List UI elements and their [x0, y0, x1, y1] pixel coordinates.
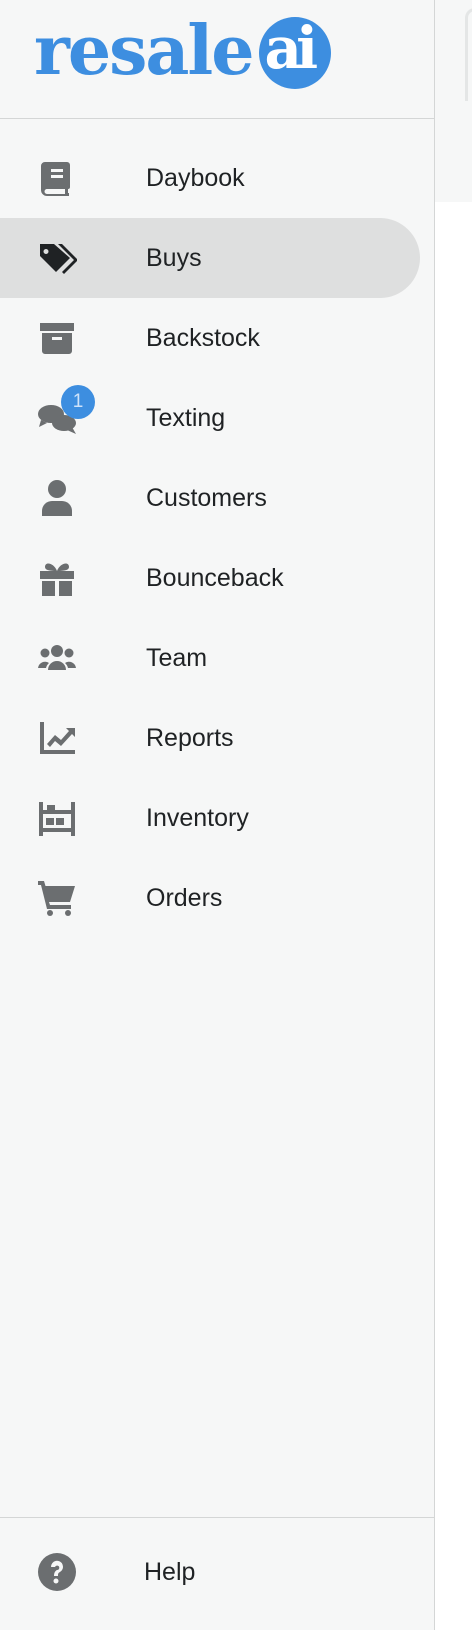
sidebar-item-inventory[interactable]: Inventory	[0, 778, 434, 858]
sidebar-item-label: Backstock	[146, 323, 260, 352]
gift-icon	[36, 558, 78, 598]
sidebar-item-label: Inventory	[146, 803, 249, 832]
content-header-edge	[435, 0, 472, 202]
sidebar-item-label: Bounceback	[146, 563, 284, 592]
sidebar-item-label: Daybook	[146, 163, 245, 192]
sidebar-item-label: Orders	[146, 883, 223, 912]
sidebar-item-buys[interactable]: Buys	[0, 218, 420, 298]
sidebar-item-reports[interactable]: Reports	[0, 698, 434, 778]
sidebar-item-bounceback[interactable]: Bounceback	[0, 538, 434, 618]
sidebar-item-texting[interactable]: 1 Texting	[0, 378, 434, 458]
sidebar-item-label: Customers	[146, 483, 267, 512]
brand-wordmark: resale	[34, 11, 255, 91]
user-icon	[36, 478, 78, 518]
tags-icon	[36, 238, 78, 278]
chart-line-icon	[36, 718, 78, 758]
book-icon	[36, 158, 78, 198]
brand-badge-text: ai	[264, 17, 319, 82]
brand-logo[interactable]: resale ai	[34, 12, 331, 90]
unread-count-badge: 1	[61, 385, 95, 419]
sidebar-item-label: Reports	[146, 723, 234, 752]
shopping-cart-icon	[36, 878, 78, 918]
sidebar-footer: Help	[0, 1517, 434, 1631]
content-card-corner	[465, 8, 472, 101]
sidebar-item-orders[interactable]: Orders	[0, 858, 434, 938]
archive-box-icon	[36, 318, 78, 358]
brand-ai-badge: ai	[258, 17, 331, 89]
sidebar-item-label: Help	[144, 1557, 196, 1586]
sidebar-item-label: Team	[146, 643, 208, 672]
sidebar-item-daybook[interactable]: Daybook	[0, 138, 434, 218]
sidebar: resale ai Daybook Buys Backstock 1 Texti…	[0, 0, 435, 1630]
sidebar-nav: Daybook Buys Backstock 1 Texting Custome…	[0, 138, 434, 938]
sidebar-item-team[interactable]: Team	[0, 618, 434, 698]
sidebar-item-help[interactable]: Help	[0, 1532, 434, 1612]
users-group-icon	[36, 638, 78, 678]
logo-area: resale ai	[0, 0, 434, 119]
sidebar-item-label: Texting	[146, 403, 226, 432]
sidebar-item-customers[interactable]: Customers	[0, 458, 434, 538]
sidebar-item-label: Buys	[146, 243, 202, 272]
warehouse-shelf-icon	[36, 798, 78, 838]
question-circle-icon	[36, 1552, 78, 1592]
sidebar-item-backstock[interactable]: Backstock	[0, 298, 434, 378]
